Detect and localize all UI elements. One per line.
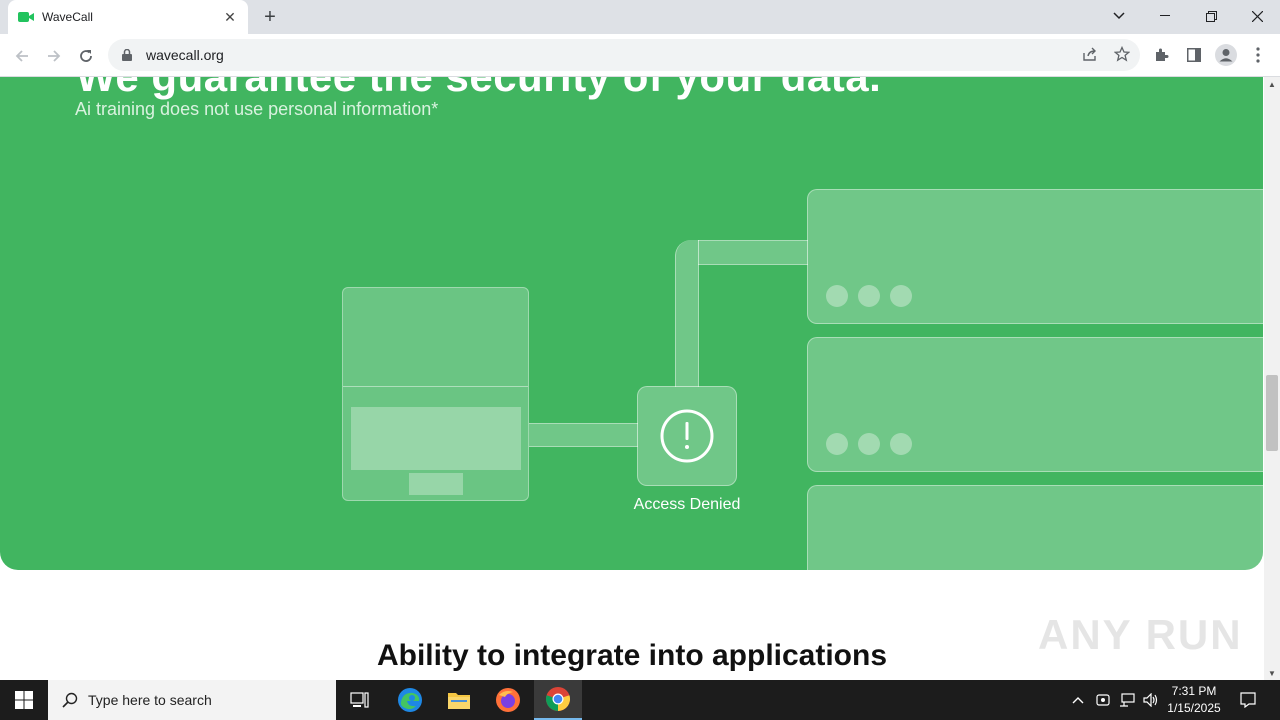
clock-time: 7:31 PM: [1171, 684, 1217, 698]
exclamation-icon: [660, 409, 714, 463]
hero-subtitle: Ai training does not use personal inform…: [75, 99, 439, 119]
server-card: [807, 485, 1263, 570]
browser-chrome: WaveCall ✕ + wavecall.org: [0, 0, 1280, 77]
network-icon[interactable]: [1116, 680, 1138, 720]
volume-icon[interactable]: [1140, 680, 1162, 720]
notifications-icon[interactable]: [1234, 680, 1262, 720]
bookmark-star-icon[interactable]: [1108, 40, 1136, 68]
taskbar-search-box[interactable]: Type here to search: [48, 680, 336, 720]
restore-button[interactable]: [1188, 0, 1234, 32]
lock-icon: [120, 48, 134, 62]
windows-logo-icon: [15, 691, 33, 709]
tab-strip: WaveCall ✕ +: [0, 0, 1280, 34]
tab-title: WaveCall: [42, 10, 93, 24]
chrome-icon[interactable]: [534, 680, 582, 720]
scrollbar-thumb[interactable]: [1266, 375, 1278, 451]
laptop-illustration: [342, 287, 529, 501]
browser-toolbar: wavecall.org: [0, 34, 1280, 77]
page-scrollbar[interactable]: ▲ ▼: [1264, 77, 1280, 680]
address-bar[interactable]: wavecall.org: [108, 39, 1140, 71]
edge-browser-icon[interactable]: [386, 680, 434, 720]
windows-taskbar: Type here to search 7:31 PM 1/15/2025: [0, 680, 1280, 720]
url-text: wavecall.org: [146, 47, 224, 63]
file-explorer-icon[interactable]: [435, 680, 483, 720]
reload-button[interactable]: [72, 42, 100, 70]
tab-close-icon[interactable]: ✕: [222, 9, 238, 25]
connector-line-top: [698, 240, 808, 265]
scroll-down-arrow-icon[interactable]: ▼: [1264, 666, 1280, 680]
profile-avatar-icon[interactable]: [1212, 41, 1240, 69]
taskbar-clock[interactable]: 7:31 PM 1/15/2025: [1160, 683, 1228, 717]
tab-search-icon[interactable]: [1096, 0, 1142, 32]
connector-line-vertical: [675, 240, 699, 387]
back-button[interactable]: [8, 42, 36, 70]
new-tab-button[interactable]: +: [258, 6, 282, 28]
access-denied-box: [637, 386, 737, 486]
access-denied-label: Access Denied: [633, 496, 741, 513]
server-card: [807, 337, 1263, 472]
meet-now-icon[interactable]: [1092, 680, 1114, 720]
hero-title: We guarantee the security of your data.: [76, 77, 881, 101]
server-card: [807, 189, 1263, 324]
connector-line: [529, 423, 638, 447]
close-window-button[interactable]: [1234, 0, 1280, 32]
extensions-icon[interactable]: [1148, 41, 1176, 69]
start-button[interactable]: [0, 680, 48, 720]
security-hero-section: We guarantee the security of your data. …: [0, 77, 1263, 570]
search-placeholder: Type here to search: [88, 692, 212, 708]
search-icon: [62, 692, 78, 708]
forward-button[interactable]: [40, 42, 68, 70]
firefox-icon[interactable]: [484, 680, 532, 720]
scroll-up-arrow-icon[interactable]: ▲: [1264, 77, 1280, 91]
side-panel-icon[interactable]: [1180, 41, 1208, 69]
clock-date: 1/15/2025: [1167, 701, 1221, 715]
share-icon[interactable]: [1076, 40, 1104, 68]
minimize-button[interactable]: [1142, 0, 1188, 32]
page-viewport: We guarantee the security of your data. …: [0, 77, 1264, 680]
anyrun-watermark: ANY RUN: [1038, 611, 1243, 658]
menu-kebab-icon[interactable]: [1244, 41, 1272, 69]
wavecall-favicon-icon: [18, 9, 34, 25]
tray-chevron-up-icon[interactable]: [1068, 680, 1088, 720]
tab-wavecall[interactable]: WaveCall ✕: [8, 0, 248, 34]
task-view-icon[interactable]: [336, 680, 384, 720]
